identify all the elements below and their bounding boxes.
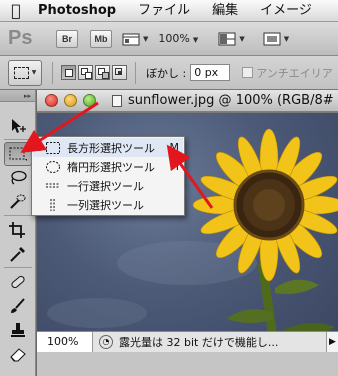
zoom-level-value: 100% <box>158 32 190 45</box>
bandage-icon <box>11 275 25 289</box>
selected-bullet-icon: ■ <box>34 143 42 152</box>
subtract-from-selection-button[interactable] <box>95 65 110 80</box>
eyedropper-icon <box>10 247 25 262</box>
clock-icon: ◔ <box>99 335 113 349</box>
document-window: sunflower.jpg @ 100% (RGB/8# 100% ◔ 露光量は… <box>37 90 338 376</box>
status-bar: 100% ◔ 露光量は 32 bit だけで機能し... ▶ <box>37 331 338 353</box>
screen-mode-icon <box>263 32 281 45</box>
zoom-level-select[interactable]: 100% ▼ <box>158 32 214 45</box>
close-window-icon[interactable] <box>45 94 58 107</box>
spot-healing-tool[interactable] <box>4 270 32 294</box>
divider <box>4 139 32 140</box>
move-icon <box>12 119 26 133</box>
crop-tool[interactable] <box>4 218 32 242</box>
lasso-tool[interactable] <box>4 166 32 190</box>
single-column-marquee-icon <box>50 198 55 211</box>
screen-mode-button[interactable]: ▼ <box>263 32 289 46</box>
feather-input[interactable]: 0 px <box>190 64 231 81</box>
menu-item-label: 長方形選択ツール <box>67 141 155 155</box>
menu-image[interactable]: イメージ <box>249 0 323 22</box>
clone-stamp-tool[interactable] <box>4 318 32 342</box>
rect-marquee-icon <box>46 141 60 154</box>
move-tool[interactable] <box>4 114 32 138</box>
eyedropper-tool[interactable] <box>4 242 32 266</box>
chevron-down-icon: ▼ <box>283 34 290 43</box>
crop-icon <box>9 222 25 238</box>
apple-logo-icon[interactable]:  <box>0 0 32 22</box>
menu-item-single-column-marquee[interactable]: 一列選択ツール <box>33 195 183 214</box>
panel-collapse-icon[interactable]: ▸▸ <box>0 90 35 102</box>
brush-icon <box>11 298 25 313</box>
rect-marquee-icon <box>13 66 29 79</box>
chevron-down-icon: ▼ <box>31 69 37 76</box>
bridge-button[interactable]: Br <box>56 29 78 48</box>
menu-photoshop[interactable]: Photoshop <box>32 0 127 22</box>
photoshop-logo: Ps <box>8 27 33 49</box>
tools-panel: ▸▸ <box>0 90 36 376</box>
status-menu-arrow-icon[interactable]: ▶ <box>326 331 338 353</box>
eraser-tool[interactable] <box>4 342 32 366</box>
chevron-down-icon: ▼ <box>192 36 199 44</box>
quick-selection-icon <box>10 194 26 209</box>
options-bar: ▼ ぼかし : 0 px アンチエイリア <box>0 56 338 90</box>
elliptical-marquee-icon <box>46 160 60 173</box>
menu-item-label: 楕円形選択ツール <box>67 160 155 174</box>
menu-file[interactable]: ファイル <box>127 0 201 22</box>
status-message: 露光量は 32 bit だけで機能し... <box>119 336 279 349</box>
menu-item-rect-marquee[interactable]: ■ 長方形選択ツール M <box>33 138 183 157</box>
menu-item-elliptical-marquee[interactable]: 楕円形選択ツール M <box>33 157 183 176</box>
document-icon <box>112 94 122 107</box>
document-title: sunflower.jpg @ 100% (RGB/8# <box>128 93 334 108</box>
minimize-window-icon[interactable] <box>64 94 77 107</box>
rect-marquee-tool[interactable] <box>4 142 32 166</box>
arrange-documents-icon <box>218 32 236 45</box>
quick-selection-tool[interactable] <box>4 190 32 214</box>
new-selection-button[interactable] <box>61 65 76 80</box>
zoom-window-icon[interactable] <box>83 94 96 107</box>
eraser-icon <box>10 348 26 362</box>
divider <box>52 61 53 84</box>
rect-marquee-icon <box>9 147 27 161</box>
divider <box>135 61 136 84</box>
marquee-tool-flyout-menu: ■ 長方形選択ツール M 楕円形選択ツール M 一行選択ツール 一列選択ツール <box>31 136 185 216</box>
arrange-documents-button[interactable]: ▼ <box>218 32 245 46</box>
menu-item-label: 一列選択ツール <box>67 198 144 212</box>
divider <box>4 215 32 216</box>
stamp-icon <box>11 323 25 337</box>
divider <box>4 267 32 268</box>
single-row-marquee-icon <box>46 183 60 187</box>
application-bar: Ps Br Mb ▼ 100% ▼ ▼ ▼ <box>0 22 338 56</box>
menu-item-shortcut: M <box>169 141 180 154</box>
menu-item-single-row-marquee[interactable]: 一行選択ツール <box>33 176 183 195</box>
add-to-selection-button[interactable] <box>78 65 93 80</box>
feather-label: ぼかし : <box>146 66 187 80</box>
menu-edit[interactable]: 編集 <box>201 0 249 22</box>
mini-bridge-button[interactable]: Mb <box>90 29 112 48</box>
status-zoom-field[interactable]: 100% <box>37 331 93 353</box>
brush-tool[interactable] <box>4 294 32 318</box>
antialias-checkbox[interactable] <box>242 67 254 78</box>
intersect-selection-button[interactable] <box>112 65 127 80</box>
mac-menu-bar:  Photoshop ファイル 編集 イメージ <box>0 0 338 22</box>
view-extras-icon <box>122 33 140 45</box>
view-extras-button[interactable]: ▼ <box>122 32 148 46</box>
lasso-icon <box>11 170 27 185</box>
antialias-label: アンチエイリア <box>256 66 333 80</box>
menu-item-shortcut: M <box>169 160 180 173</box>
horizontal-scrollbar[interactable] <box>37 352 338 376</box>
tool-preset-picker[interactable]: ▼ <box>8 59 42 86</box>
menu-item-label: 一行選択ツール <box>67 179 144 193</box>
chevron-down-icon: ▼ <box>239 34 245 43</box>
chevron-down-icon: ▼ <box>143 34 149 43</box>
document-title-bar[interactable]: sunflower.jpg @ 100% (RGB/8# <box>37 90 338 112</box>
